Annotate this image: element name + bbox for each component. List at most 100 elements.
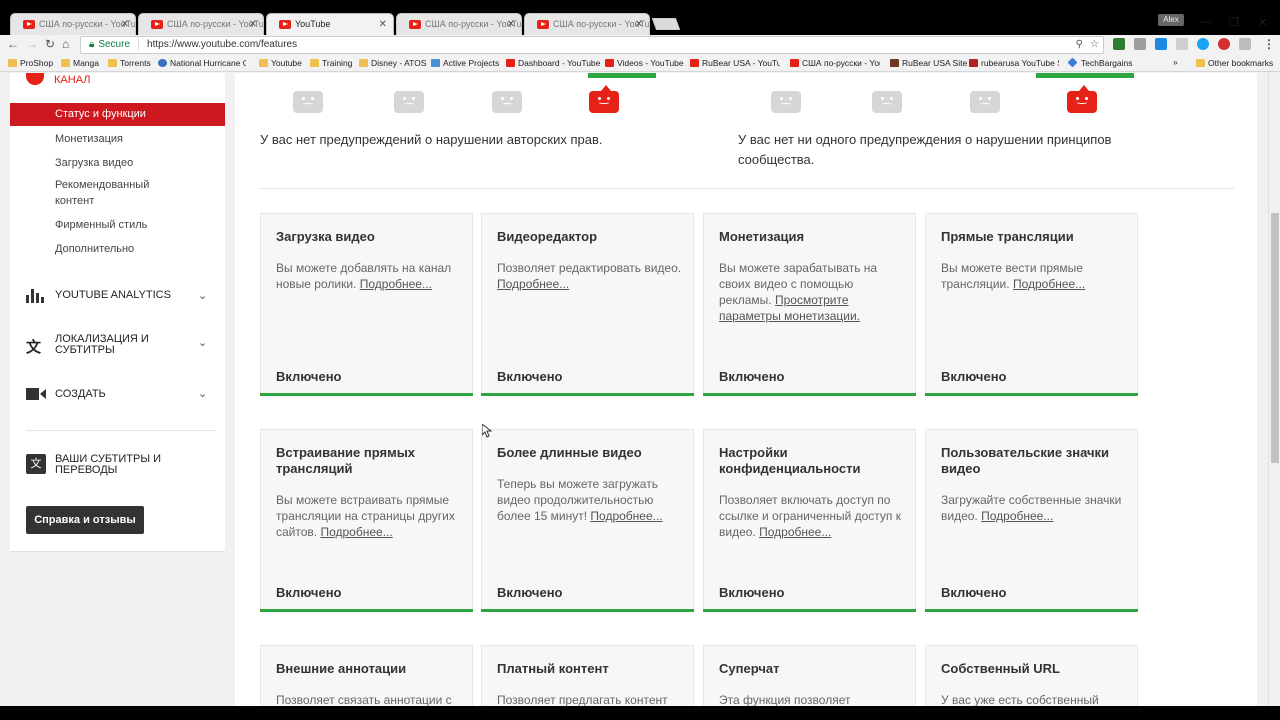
bookmark[interactable]: Youtube [259, 58, 302, 68]
bookmark[interactable]: TechBargains [1069, 58, 1133, 68]
address-bar[interactable]: 🔒︎ Secure https://www.youtube.com/features… [80, 36, 1104, 54]
extension-icon[interactable] [1239, 38, 1251, 50]
scrollbar-thumb[interactable] [1271, 213, 1279, 463]
bookmark[interactable]: США по-русски - You [790, 58, 880, 68]
forward-icon[interactable]: → [26, 37, 38, 51]
close-window-icon[interactable]: ✕ [1258, 16, 1267, 29]
bookmark[interactable]: Dashboard - YouTube [506, 58, 600, 68]
skype-icon[interactable] [1197, 38, 1209, 50]
home-icon[interactable]: ⌂ [62, 37, 69, 51]
strike-indicator-bar [1036, 73, 1134, 78]
learn-more-link[interactable]: Подробнее... [1013, 277, 1085, 291]
feature-card: Платный контент Позволяет предлагать кон… [481, 645, 694, 706]
sidebar-section-analytics[interactable]: YOUTUBE ANALYTICS ⌄ [26, 289, 207, 303]
bookmarks-bar: ProShop Manga Torrents National Hurrican… [0, 56, 1280, 72]
feature-card: Более длинные видео Теперь вы можете заг… [481, 429, 694, 612]
extension-icon[interactable] [1134, 38, 1146, 50]
feature-status: Включено [941, 369, 1007, 384]
sidebar: КАНАЛ Статус и функции Монетизация Загру… [10, 73, 225, 552]
browser-tab-active[interactable]: YouTube ✕ [266, 13, 394, 35]
feature-card: Монетизация Вы можете зарабатывать на св… [703, 213, 916, 396]
close-icon[interactable]: ✕ [249, 19, 257, 30]
bookmark[interactable]: rubearusa YouTube St [969, 58, 1059, 68]
extension-icon[interactable] [1218, 38, 1230, 50]
close-icon[interactable]: ✕ [507, 19, 515, 30]
bookmark[interactable]: Training [310, 58, 352, 68]
sidebar-item-advanced[interactable]: Дополнительно [55, 241, 134, 257]
chevron-down-icon[interactable]: ⌄ [198, 289, 207, 302]
sidebar-item-featured[interactable]: Рекомендованный контент [55, 177, 165, 209]
youtube-icon [279, 20, 291, 29]
bookmark[interactable]: Disney - ATOS [359, 58, 426, 68]
more-bookmarks-icon[interactable]: » [1173, 57, 1178, 67]
feature-description: Загружайте собственные значки видео. Под… [941, 493, 1122, 523]
bookmark[interactable]: Active Projects [431, 58, 499, 68]
learn-more-link[interactable]: Подробнее... [497, 277, 569, 291]
reload-icon[interactable]: ↻ [45, 37, 55, 51]
bookmark[interactable]: Manga [61, 58, 99, 68]
bookmark[interactable]: Videos - YouTube [605, 58, 684, 68]
sidebar-section-label: ЛОКАЛИЗАЦИЯ И СУБТИТРЫ [55, 333, 149, 356]
page-content: КАНАЛ Статус и функции Монетизация Загру… [0, 73, 1270, 706]
sidebar-item-branding[interactable]: Фирменный стиль [55, 217, 147, 233]
translate-icon: 文 [26, 339, 42, 356]
browser-tab-1[interactable]: США по-русски - YouTu ✕ [10, 13, 136, 35]
copyright-strike-status: У вас нет предупреждений о нарушении авт… [260, 132, 603, 147]
bookmark[interactable]: Torrents [108, 58, 151, 68]
chevron-down-icon[interactable]: ⌄ [198, 387, 207, 400]
bookmark[interactable]: ProShop [8, 58, 53, 68]
new-tab-button[interactable] [651, 18, 681, 30]
strike-face-icon [394, 91, 424, 113]
sidebar-item-monetization[interactable]: Монетизация [55, 131, 123, 147]
minimize-icon[interactable]: — [1200, 16, 1211, 28]
strike-face-icon [970, 91, 1000, 113]
sidebar-section-channel[interactable]: КАНАЛ [26, 73, 91, 86]
close-icon[interactable]: ✕ [379, 19, 387, 30]
bookmark[interactable]: National Hurricane Ce [158, 58, 246, 68]
strike-face-icon [872, 91, 902, 113]
maximize-icon[interactable]: ❐ [1229, 16, 1239, 29]
zoom-icon[interactable]: ⚲ [1076, 37, 1083, 53]
help-feedback-button[interactable]: Справка и отзывы [26, 506, 144, 534]
bookmark-star-icon[interactable]: ☆ [1090, 37, 1099, 53]
feature-title: Настройки конфиденциальности [719, 445, 861, 476]
feature-card: Настройки конфиденциальности Позволяет в… [703, 429, 916, 612]
sidebar-item-upload[interactable]: Загрузка видео [55, 155, 133, 171]
sidebar-item-status[interactable]: Статус и функции [10, 103, 225, 126]
learn-more-link[interactable]: Подробнее... [590, 509, 662, 523]
feature-title: Пользовательские значки видео [941, 445, 1110, 476]
close-icon[interactable]: ✕ [121, 19, 129, 30]
feature-status: Включено [719, 369, 785, 384]
feature-card: Суперчат Эта функция позволяет [703, 645, 916, 706]
browser-tab-4[interactable]: США по-русски - YouTu ✕ [396, 13, 522, 35]
good-standing-face-icon [1067, 85, 1097, 113]
browser-tab-5[interactable]: США по-русски - YouTu ✕ [524, 13, 650, 35]
feature-card: Внешние аннотации Позволяет связать анно… [260, 645, 473, 706]
learn-more-link[interactable]: Подробнее... [981, 509, 1053, 523]
bookmark[interactable]: RuBear USA - YouTub [690, 58, 780, 68]
back-icon[interactable]: ← [7, 37, 19, 51]
browser-tab-2[interactable]: США по-русски - YouTu ✕ [138, 13, 264, 35]
extension-icon[interactable] [1176, 38, 1188, 50]
profile-chip[interactable]: Alex [1158, 14, 1184, 26]
url-text[interactable]: https://www.youtube.com/features [138, 39, 298, 50]
close-icon[interactable]: ✕ [635, 19, 643, 30]
feature-description: Позволяет предлагать контент [497, 693, 668, 706]
learn-more-link[interactable]: Подробнее... [320, 525, 392, 539]
enabled-bar [260, 393, 473, 396]
page-scrollbar[interactable] [1268, 73, 1280, 706]
enabled-bar [925, 609, 1138, 612]
extension-icon[interactable] [1113, 38, 1125, 50]
other-bookmarks[interactable]: Other bookmarks [1196, 58, 1273, 68]
feature-card: Прямые трансляции Вы можете вести прямые… [925, 213, 1138, 396]
sidebar-section-create[interactable]: СОЗДАТЬ ⌄ [26, 387, 207, 401]
download-icon[interactable] [1155, 38, 1167, 50]
youtube-icon [409, 20, 421, 29]
chevron-down-icon[interactable]: ⌄ [198, 336, 207, 349]
feature-status: Включено [276, 585, 342, 600]
bookmark[interactable]: RuBear USA Site [890, 58, 967, 68]
menu-icon[interactable]: ⋮ [1263, 37, 1275, 51]
feature-description: Эта функция позволяет [719, 693, 851, 706]
learn-more-link[interactable]: Подробнее... [759, 525, 831, 539]
learn-more-link[interactable]: Подробнее... [360, 277, 432, 291]
